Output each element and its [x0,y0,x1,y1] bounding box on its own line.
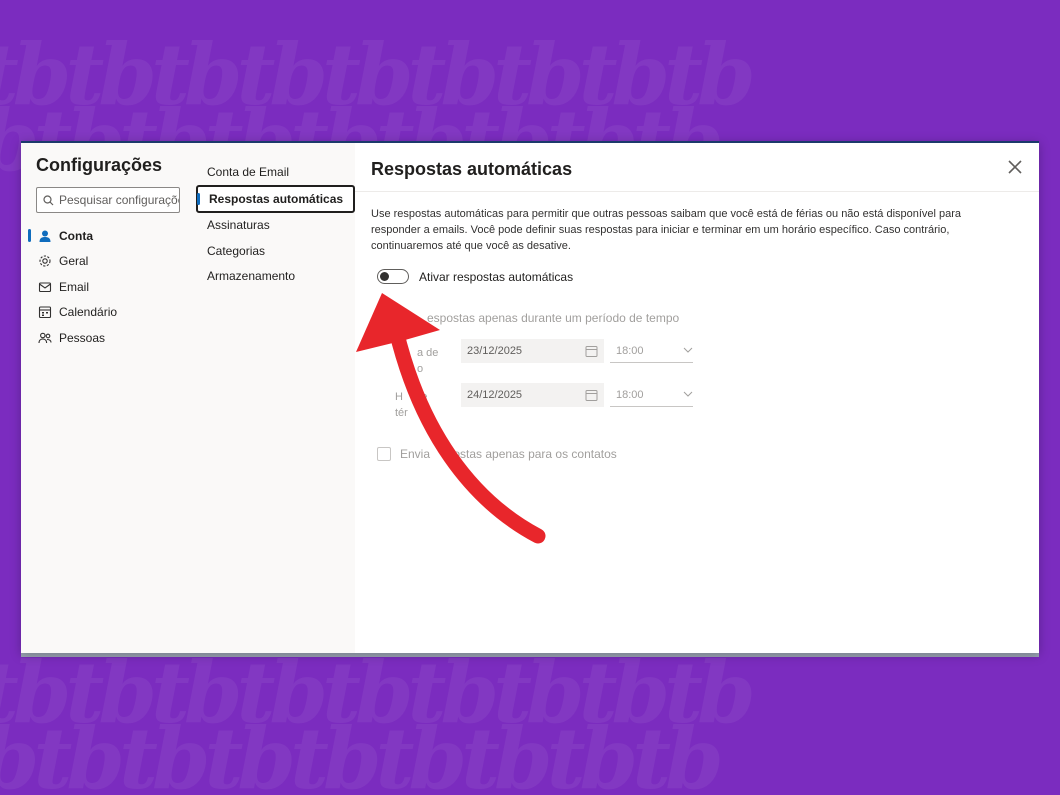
search-input[interactable] [36,187,180,213]
settings-dialog: Configurações Conta Geral Email Calendár… [21,141,1039,653]
start-date-value: 23/12/2025 [467,345,523,357]
settings-sidebar: Configurações Conta Geral Email Calendár… [21,143,196,653]
subnav-item-respostas-automaticas[interactable]: Respostas automáticas [196,184,355,213]
search-icon [43,194,54,205]
pane-title: Respostas automáticas [371,159,573,179]
subnav-item-assinaturas[interactable]: Assinaturas [196,213,356,239]
calendar-icon [585,345,598,357]
end-time-label: H de tér [395,391,428,419]
calendar-icon [585,389,598,401]
toggle-label: Ativar respostas automáticas [419,269,574,284]
end-time-value: 18:00 [616,388,644,401]
nav-item-email[interactable]: Email [21,274,196,300]
nav-item-label: Email [59,279,90,294]
mail-icon [38,280,52,294]
search-field[interactable] [59,193,179,207]
close-button[interactable] [1005,157,1025,177]
person-icon [38,229,52,243]
settings-title: Configurações [36,155,163,175]
contacts-only-label: Envia ostas apenas para os contatos [400,447,617,461]
contacts-only-row: Envia ostas apenas para os contatos [377,447,617,461]
gear-icon [38,254,52,268]
subnav-item-armazenamento[interactable]: Armazenamento [196,264,356,290]
nav-item-conta[interactable]: Conta [21,223,196,249]
nav-item-geral[interactable]: Geral [21,249,196,275]
start-time-value: 18:00 [616,344,644,357]
subnav-item-categorias[interactable]: Categorias [196,238,356,264]
calendar-icon [38,305,52,319]
nav-item-label: Calendário [59,305,118,320]
nav-item-pessoas[interactable]: Pessoas [21,325,196,351]
close-icon [1008,160,1022,174]
end-date-value: 24/12/2025 [467,389,523,401]
start-time-field[interactable]: 18:00 [610,339,693,363]
start-date-field[interactable]: 23/12/2025 [461,339,604,363]
nav-item-label: Conta [59,228,93,243]
auto-reply-toggle[interactable] [377,269,409,284]
subnav-item-conta-de-email[interactable]: Conta de Email [196,159,356,185]
contacts-only-checkbox[interactable] [377,447,391,461]
time-period-label: espostas apenas durante um período de te… [427,311,680,325]
end-date-field[interactable]: 24/12/2025 [461,383,604,407]
settings-pane: Respostas automáticas Use respostas auto… [355,143,1039,653]
chevron-down-icon[interactable] [683,391,693,397]
settings-nav: Conta Geral Email Calendário Pessoas [21,223,196,351]
nav-item-calendario[interactable]: Calendário [21,300,196,326]
people-icon [38,331,52,345]
time-period-row: espostas apenas durante um período de te… [427,311,679,325]
auto-reply-toggle-row: Ativar respostas automáticas [377,269,573,284]
description-text: Use respostas automáticas para permitir … [371,208,962,252]
chevron-down-icon[interactable] [683,347,693,353]
end-time-field[interactable]: 18:00 [610,383,693,407]
divider [355,191,1039,192]
subsettings-nav: Conta de Email Respostas automáticas Ass… [196,143,356,653]
nav-item-label: Geral [59,254,89,269]
pattern-row: tbtbtbtbtbtbtbtbtb [0,709,724,795]
toggle-knob [380,272,389,281]
nav-item-label: Pessoas [59,330,106,345]
